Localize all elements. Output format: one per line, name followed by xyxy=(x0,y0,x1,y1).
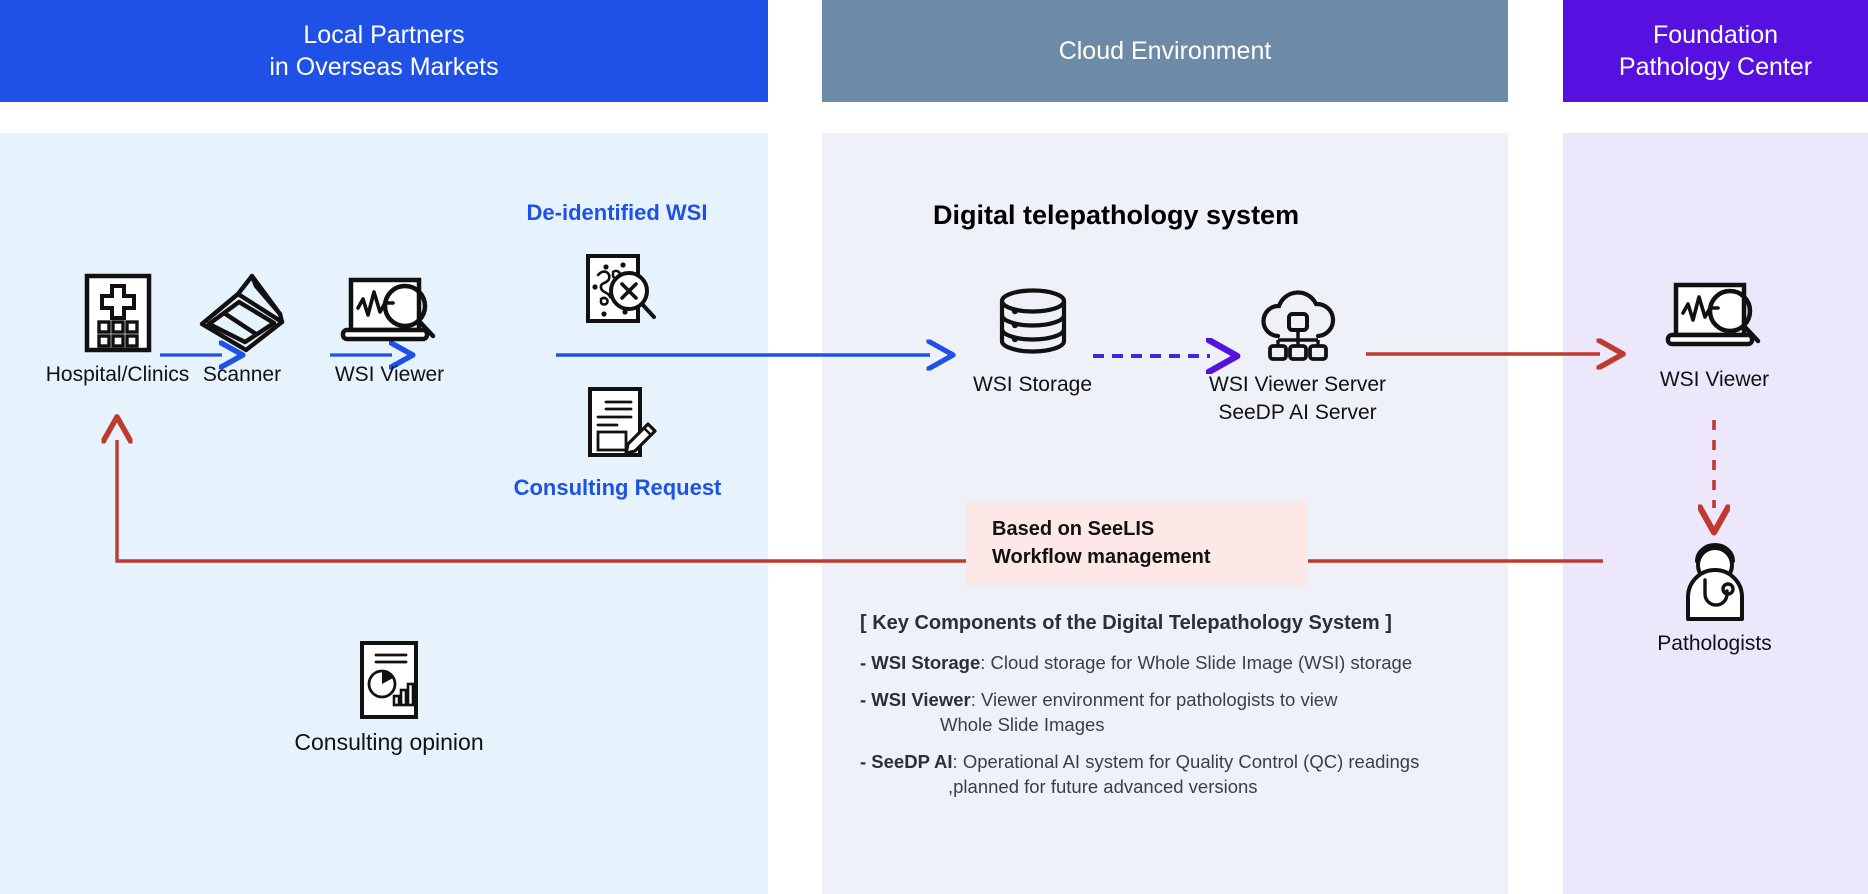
header-local-partners: Local Partners in Overseas Markets xyxy=(0,0,768,102)
node-wsi-storage[interactable]: WSI Storage xyxy=(960,288,1105,398)
key-components-title: [ Key Components of the Digital Telepath… xyxy=(860,612,1392,634)
node-hospital-clinics-label: Hospital/Clinics xyxy=(45,363,190,386)
key-component-desc-cont: ,planned for future advanced versions xyxy=(948,775,1258,797)
node-wsi-storage-label: WSI Storage xyxy=(972,373,1093,396)
seelis-workflow-box: Based on SeeLIS Workflow management xyxy=(966,501,1308,586)
node-pathologists[interactable]: Pathologists xyxy=(1651,535,1778,657)
node-wsi-viewer-right[interactable]: WSI Viewer xyxy=(1651,277,1778,393)
scanner-icon xyxy=(199,273,284,353)
key-component-desc: : Viewer environment for pathologists to… xyxy=(970,689,1338,711)
node-wsi-viewer-server-label-line1: WSI Viewer Server xyxy=(1209,373,1386,396)
panel-local-partners xyxy=(0,133,768,894)
key-component-term: - WSI Storage xyxy=(860,652,981,673)
wsi-viewer-icon xyxy=(1665,282,1760,347)
key-component-item: - SeeDP AI: Operational AI system for Qu… xyxy=(860,750,1480,799)
node-pathologists-label: Pathologists xyxy=(1657,632,1772,655)
key-component-desc: : Cloud storage for Whole Slide Image (W… xyxy=(980,652,1413,673)
label-consulting-request: Consulting Request xyxy=(513,475,722,500)
hospital-icon xyxy=(84,273,151,353)
pathologist-icon xyxy=(1685,543,1744,621)
diagram-canvas: Local Partners in Overseas Markets Cloud… xyxy=(0,0,1868,894)
node-consulting-opinion-label: Consulting opinion xyxy=(294,729,484,755)
node-wsi-viewer-server-label-line2: SeeDP AI Server xyxy=(1218,401,1377,425)
key-component-item: - WSI Viewer: Viewer environment for pat… xyxy=(860,688,1480,737)
key-component-term: - WSI Viewer xyxy=(860,689,971,711)
document-pen-icon xyxy=(588,387,657,457)
key-component-item: - WSI Storage: Cloud storage for Whole S… xyxy=(860,651,1480,675)
key-component-desc-cont: Whole Slide Images xyxy=(940,713,1105,735)
node-scanner-label: Scanner xyxy=(202,363,282,386)
header-cloud-environment-line1: Cloud Environment xyxy=(1058,37,1272,65)
node-hospital-clinics[interactable]: Hospital/Clinics xyxy=(36,272,199,388)
node-wsi-viewer-right-label: WSI Viewer xyxy=(1659,368,1770,391)
header-cloud-environment: Cloud Environment xyxy=(822,0,1508,102)
slide-anonymize-icon xyxy=(586,254,656,323)
seelis-line2: Workflow management xyxy=(992,546,1211,569)
node-wsi-viewer-left[interactable]: WSI Viewer xyxy=(326,272,453,388)
node-scanner[interactable]: Scanner xyxy=(192,272,292,388)
wsi-viewer-icon xyxy=(340,277,435,342)
center-title: Digital telepathology system xyxy=(933,200,1300,230)
icon-deidentified-wsi xyxy=(584,253,662,336)
node-wsi-viewer-left-label: WSI Viewer xyxy=(334,363,445,386)
header-local-partners-line1: Local Partners xyxy=(303,21,465,49)
seelis-line1: Based on SeeLIS xyxy=(992,518,1155,540)
panel-foundation-center xyxy=(1563,133,1868,894)
cloud-server-icon xyxy=(1260,290,1335,361)
node-consulting-opinion[interactable]: Consulting opinion xyxy=(274,640,504,757)
header-foundation-line2: Pathology Center xyxy=(1618,53,1813,81)
header-local-partners-line2: in Overseas Markets xyxy=(269,53,499,81)
header-foundation-pathology-center: Foundation Pathology Center xyxy=(1563,0,1868,102)
key-component-desc: : Operational AI system for Quality Cont… xyxy=(952,751,1420,773)
node-wsi-viewer-server[interactable]: WSI Viewer Server SeeDP AI Server xyxy=(1195,288,1400,427)
key-component-term: - SeeDP AI xyxy=(860,751,953,773)
database-icon xyxy=(999,288,1066,354)
header-foundation-line1: Foundation xyxy=(1652,21,1779,49)
label-deidentified-wsi: De-identified WSI xyxy=(526,200,708,225)
key-components-block: [ Key Components of the Digital Telepath… xyxy=(860,612,1480,812)
icon-consulting-request xyxy=(586,386,660,465)
report-chart-icon xyxy=(360,641,418,719)
